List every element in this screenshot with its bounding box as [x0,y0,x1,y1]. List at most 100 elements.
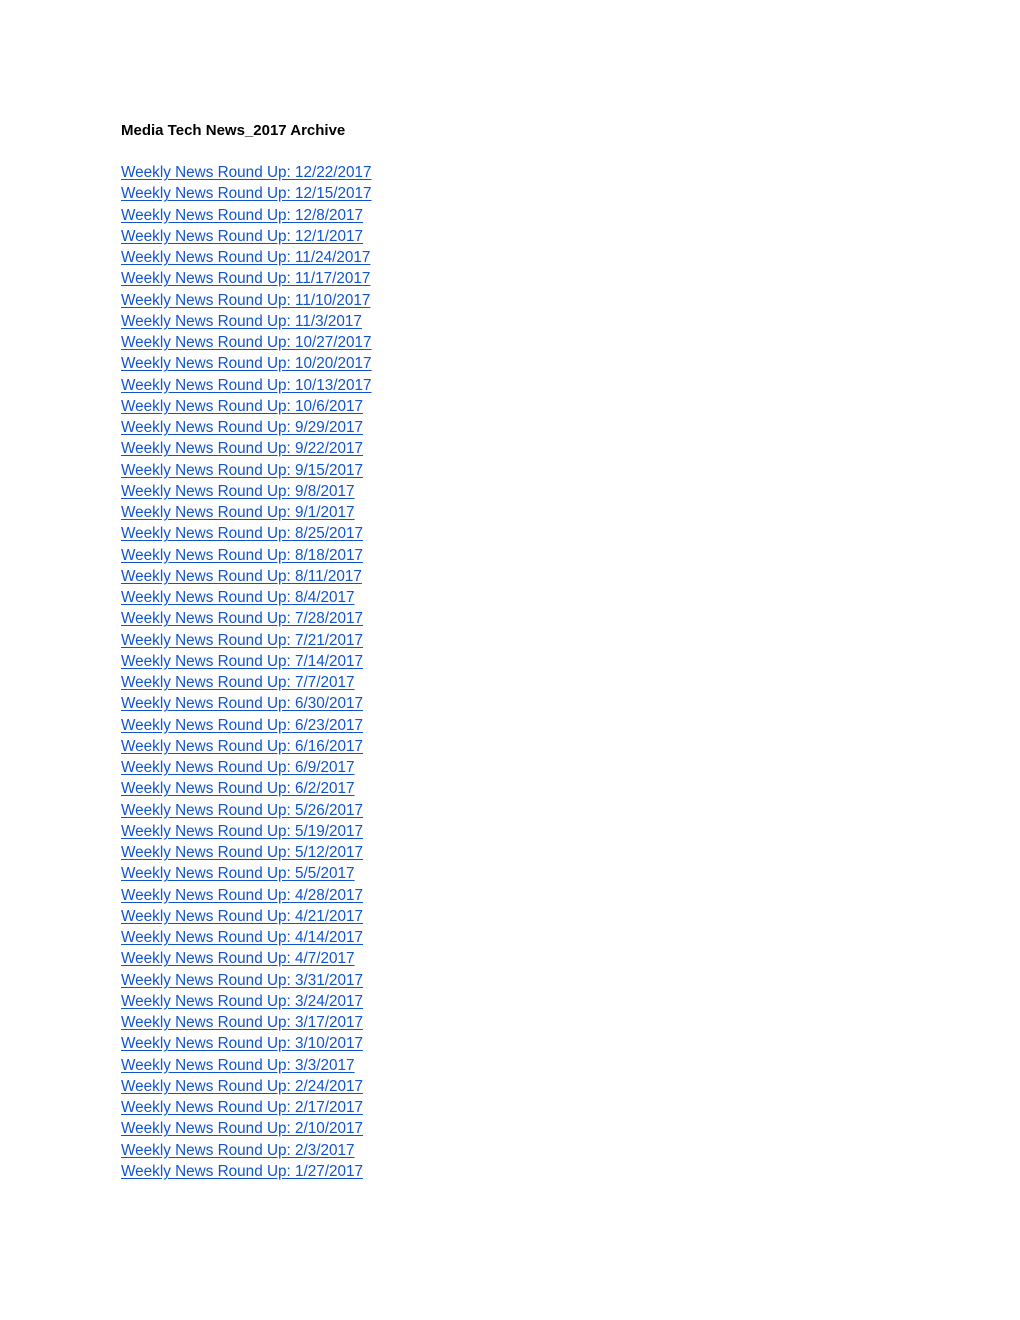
weekly-news-roundup-link[interactable]: Weekly News Round Up: 2/24/2017 [121,1078,363,1095]
list-item: Weekly News Round Up: 3/3/2017 [121,1055,901,1076]
weekly-news-roundup-link[interactable]: Weekly News Round Up: 3/10/2017 [121,1035,363,1052]
weekly-news-roundup-link[interactable]: Weekly News Round Up: 7/7/2017 [121,674,355,691]
list-item: Weekly News Round Up: 2/3/2017 [121,1140,901,1161]
weekly-news-roundup-link[interactable]: Weekly News Round Up: 8/4/2017 [121,589,355,606]
weekly-news-roundup-link[interactable]: Weekly News Round Up: 11/17/2017 [121,270,370,287]
list-item: Weekly News Round Up: 7/28/2017 [121,608,901,629]
weekly-news-roundup-link[interactable]: Weekly News Round Up: 4/7/2017 [121,950,355,967]
list-item: Weekly News Round Up: 4/28/2017 [121,885,901,906]
list-item: Weekly News Round Up: 5/19/2017 [121,821,901,842]
weekly-news-roundup-link[interactable]: Weekly News Round Up: 5/26/2017 [121,802,363,819]
list-item: Weekly News Round Up: 11/24/2017 [121,247,901,268]
weekly-news-roundup-link[interactable]: Weekly News Round Up: 8/11/2017 [121,568,362,585]
weekly-news-roundup-link[interactable]: Weekly News Round Up: 2/10/2017 [121,1120,363,1137]
list-item: Weekly News Round Up: 3/31/2017 [121,970,901,991]
list-item: Weekly News Round Up: 11/10/2017 [121,290,901,311]
weekly-news-roundup-link[interactable]: Weekly News Round Up: 10/13/2017 [121,377,372,394]
weekly-news-roundup-link[interactable]: Weekly News Round Up: 12/8/2017 [121,207,363,224]
list-item: Weekly News Round Up: 6/9/2017 [121,757,901,778]
list-item: Weekly News Round Up: 10/20/2017 [121,353,901,374]
weekly-news-roundup-link[interactable]: Weekly News Round Up: 3/24/2017 [121,993,363,1010]
list-item: Weekly News Round Up: 6/16/2017 [121,736,901,757]
list-item: Weekly News Round Up: 11/17/2017 [121,268,901,289]
list-item: Weekly News Round Up: 7/7/2017 [121,672,901,693]
weekly-news-roundup-link[interactable]: Weekly News Round Up: 8/25/2017 [121,525,363,542]
list-item: Weekly News Round Up: 4/21/2017 [121,906,901,927]
list-item: Weekly News Round Up: 8/18/2017 [121,545,901,566]
document-page: Media Tech News_2017 Archive Weekly News… [121,120,901,1182]
list-item: Weekly News Round Up: 10/6/2017 [121,396,901,417]
weekly-news-roundup-link[interactable]: Weekly News Round Up: 4/14/2017 [121,929,363,946]
list-item: Weekly News Round Up: 3/24/2017 [121,991,901,1012]
weekly-news-roundup-link[interactable]: Weekly News Round Up: 12/15/2017 [121,185,372,202]
weekly-news-roundup-link[interactable]: Weekly News Round Up: 9/15/2017 [121,462,363,479]
list-item: Weekly News Round Up: 1/27/2017 [121,1161,901,1182]
weekly-news-roundup-link[interactable]: Weekly News Round Up: 3/31/2017 [121,972,363,989]
weekly-news-roundup-link[interactable]: Weekly News Round Up: 1/27/2017 [121,1163,363,1180]
weekly-news-roundup-link[interactable]: Weekly News Round Up: 5/19/2017 [121,823,363,840]
document-title: Media Tech News_2017 Archive [121,122,346,139]
weekly-news-roundup-link[interactable]: Weekly News Round Up: 5/5/2017 [121,865,355,882]
list-item: Weekly News Round Up: 9/1/2017 [121,502,901,523]
list-item: Weekly News Round Up: 7/14/2017 [121,651,901,672]
weekly-news-roundup-link[interactable]: Weekly News Round Up: 9/22/2017 [121,440,363,457]
list-item: Weekly News Round Up: 7/21/2017 [121,630,901,651]
weekly-news-roundup-link[interactable]: Weekly News Round Up: 9/8/2017 [121,483,355,500]
weekly-news-roundup-link[interactable]: Weekly News Round Up: 2/17/2017 [121,1099,363,1116]
list-item: Weekly News Round Up: 12/15/2017 [121,183,901,204]
weekly-news-roundup-link[interactable]: Weekly News Round Up: 6/23/2017 [121,717,363,734]
weekly-news-roundup-link[interactable]: Weekly News Round Up: 10/20/2017 [121,355,372,372]
weekly-news-roundup-link[interactable]: Weekly News Round Up: 7/28/2017 [121,610,363,627]
weekly-news-roundup-link[interactable]: Weekly News Round Up: 4/28/2017 [121,887,363,904]
list-item: Weekly News Round Up: 12/22/2017 [121,162,901,183]
list-item: Weekly News Round Up: 12/1/2017 [121,226,901,247]
list-item: Weekly News Round Up: 3/10/2017 [121,1033,901,1054]
weekly-news-roundup-link[interactable]: Weekly News Round Up: 10/6/2017 [121,398,363,415]
weekly-news-roundup-link[interactable]: Weekly News Round Up: 8/18/2017 [121,547,363,564]
list-item: Weekly News Round Up: 3/17/2017 [121,1012,901,1033]
list-item: Weekly News Round Up: 2/24/2017 [121,1076,901,1097]
list-item: Weekly News Round Up: 8/11/2017 [121,566,901,587]
list-item: Weekly News Round Up: 5/26/2017 [121,800,901,821]
weekly-news-roundup-link[interactable]: Weekly News Round Up: 5/12/2017 [121,844,363,861]
weekly-news-roundup-link[interactable]: Weekly News Round Up: 9/29/2017 [121,419,363,436]
list-item: Weekly News Round Up: 9/22/2017 [121,438,901,459]
list-item: Weekly News Round Up: 6/2/2017 [121,778,901,799]
list-item: Weekly News Round Up: 9/8/2017 [121,481,901,502]
list-item: Weekly News Round Up: 4/7/2017 [121,948,901,969]
list-item: Weekly News Round Up: 4/14/2017 [121,927,901,948]
weekly-news-roundup-link[interactable]: Weekly News Round Up: 10/27/2017 [121,334,372,351]
archive-link-list: Weekly News Round Up: 12/22/2017 Weekly N… [121,162,901,1182]
list-item: Weekly News Round Up: 8/4/2017 [121,587,901,608]
weekly-news-roundup-link[interactable]: Weekly News Round Up: 4/21/2017 [121,908,363,925]
weekly-news-roundup-link[interactable]: Weekly News Round Up: 11/10/2017 [121,292,370,309]
weekly-news-roundup-link[interactable]: Weekly News Round Up: 6/9/2017 [121,759,355,776]
list-item: Weekly News Round Up: 9/15/2017 [121,460,901,481]
weekly-news-roundup-link[interactable]: Weekly News Round Up: 6/16/2017 [121,738,363,755]
list-item: Weekly News Round Up: 2/17/2017 [121,1097,901,1118]
list-item: Weekly News Round Up: 5/12/2017 [121,842,901,863]
list-item: Weekly News Round Up: 10/27/2017 [121,332,901,353]
weekly-news-roundup-link[interactable]: Weekly News Round Up: 3/17/2017 [121,1014,363,1031]
weekly-news-roundup-link[interactable]: Weekly News Round Up: 7/14/2017 [121,653,363,670]
list-item: Weekly News Round Up: 5/5/2017 [121,863,901,884]
list-item: Weekly News Round Up: 9/29/2017 [121,417,901,438]
list-item: Weekly News Round Up: 10/13/2017 [121,375,901,396]
list-item: Weekly News Round Up: 8/25/2017 [121,523,901,544]
list-item: Weekly News Round Up: 11/3/2017 [121,311,901,332]
weekly-news-roundup-link[interactable]: Weekly News Round Up: 7/21/2017 [121,632,363,649]
weekly-news-roundup-link[interactable]: Weekly News Round Up: 6/2/2017 [121,780,355,797]
weekly-news-roundup-link[interactable]: Weekly News Round Up: 12/22/2017 [121,164,372,181]
weekly-news-roundup-link[interactable]: Weekly News Round Up: 6/30/2017 [121,695,363,712]
list-item: Weekly News Round Up: 6/30/2017 [121,693,901,714]
weekly-news-roundup-link[interactable]: Weekly News Round Up: 2/3/2017 [121,1142,355,1159]
list-item: Weekly News Round Up: 2/10/2017 [121,1118,901,1139]
weekly-news-roundup-link[interactable]: Weekly News Round Up: 11/3/2017 [121,313,362,330]
weekly-news-roundup-link[interactable]: Weekly News Round Up: 3/3/2017 [121,1057,355,1074]
list-item: Weekly News Round Up: 6/23/2017 [121,715,901,736]
weekly-news-roundup-link[interactable]: Weekly News Round Up: 11/24/2017 [121,249,370,266]
list-item: Weekly News Round Up: 12/8/2017 [121,205,901,226]
weekly-news-roundup-link[interactable]: Weekly News Round Up: 12/1/2017 [121,228,363,245]
weekly-news-roundup-link[interactable]: Weekly News Round Up: 9/1/2017 [121,504,355,521]
